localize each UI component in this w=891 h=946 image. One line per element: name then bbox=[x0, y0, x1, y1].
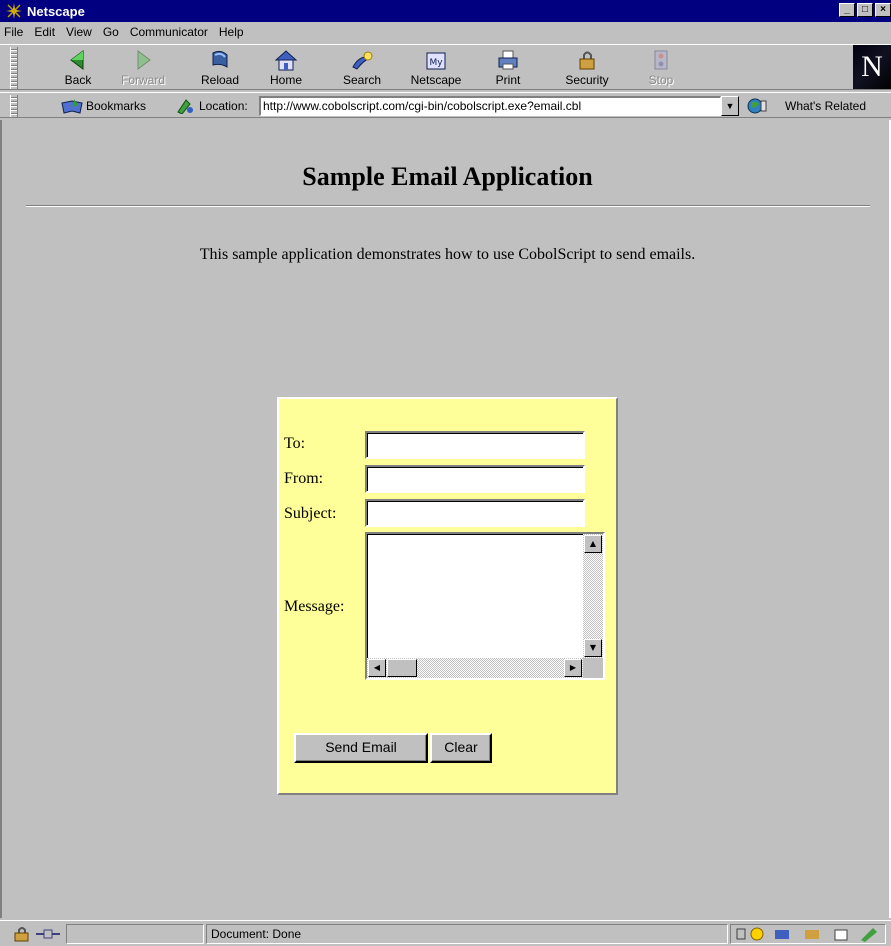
composer-icon bbox=[834, 929, 848, 941]
location-grip[interactable] bbox=[10, 95, 18, 117]
search-button[interactable]: Search bbox=[330, 49, 394, 89]
scroll-left-button[interactable]: ◀ bbox=[368, 659, 386, 677]
menu-communicator[interactable]: Communicator bbox=[130, 25, 208, 39]
menu-help[interactable]: Help bbox=[219, 25, 244, 39]
scrollbar-corner bbox=[583, 658, 603, 678]
back-button[interactable]: Back bbox=[46, 49, 110, 89]
intro-text: This sample application demonstrates how… bbox=[199, 246, 696, 263]
component-icons bbox=[736, 927, 877, 942]
subject-label: Subject: bbox=[284, 505, 337, 522]
security-status-icon[interactable] bbox=[10, 926, 32, 942]
whats-related-label[interactable]: What's Related bbox=[785, 99, 866, 113]
location-bar: Bookmarks Location: http://www.cobolscri… bbox=[0, 92, 891, 118]
navigator-icon bbox=[750, 927, 764, 941]
back-arrow-icon bbox=[70, 50, 84, 70]
bookmarks-icon[interactable] bbox=[60, 97, 84, 115]
location-label: Location: bbox=[199, 99, 248, 113]
title-divider bbox=[26, 205, 870, 207]
window-title: Netscape bbox=[27, 3, 85, 19]
navigation-toolbar: Back Forward Reload Home Search My Netsc… bbox=[0, 44, 891, 90]
maximize-button[interactable]: □ bbox=[857, 3, 873, 17]
menu-file[interactable]: File bbox=[4, 25, 23, 39]
menu-bar: File Edit View Go Communicator Help bbox=[0, 22, 891, 42]
scroll-down-button[interactable]: ▼ bbox=[584, 639, 602, 657]
menu-edit[interactable]: Edit bbox=[34, 25, 55, 39]
home-button[interactable]: Home bbox=[254, 49, 318, 89]
forward-arrow-icon bbox=[137, 50, 151, 70]
mail-icon bbox=[775, 930, 789, 939]
netscape-app-icon bbox=[5, 2, 23, 20]
status-text: Document: Done bbox=[206, 924, 728, 944]
home-icon bbox=[274, 50, 298, 71]
printer-icon bbox=[498, 50, 518, 70]
scroll-up-button[interactable]: ▲ bbox=[584, 535, 602, 553]
location-url-field[interactable]: http://www.cobolscript.com/cgi-bin/cobol… bbox=[259, 96, 721, 116]
close-button[interactable]: × bbox=[875, 3, 891, 17]
forward-button[interactable]: Forward bbox=[111, 49, 175, 89]
bookmarks-label[interactable]: Bookmarks bbox=[86, 99, 146, 113]
scroll-right-button[interactable]: ▶ bbox=[564, 659, 582, 677]
status-bar: Document: Done bbox=[0, 920, 891, 946]
stop-icon bbox=[654, 50, 668, 70]
subject-field[interactable] bbox=[365, 499, 585, 527]
pen-icon bbox=[861, 928, 877, 942]
stop-button[interactable]: Stop bbox=[629, 49, 693, 89]
to-field[interactable] bbox=[365, 431, 585, 459]
page-title: Sample Email Application bbox=[302, 162, 593, 191]
netscape-button[interactable]: My Netscape bbox=[404, 49, 468, 89]
clear-button[interactable]: Clear bbox=[430, 733, 492, 763]
security-button[interactable]: Security bbox=[555, 49, 619, 89]
message-horizontal-scrollbar[interactable]: ◀ ▶ bbox=[367, 658, 583, 678]
message-textarea[interactable]: ▲ ▼ ◀ ▶ bbox=[365, 532, 605, 680]
print-button[interactable]: Print bbox=[476, 49, 540, 89]
email-form: To: From: Subject: Message: ▲ ▼ ◀ ▶ Send… bbox=[277, 397, 618, 795]
menu-go[interactable]: Go bbox=[103, 25, 119, 39]
svg-text:My: My bbox=[429, 58, 443, 68]
search-icon bbox=[352, 51, 373, 70]
location-dropdown-button[interactable]: ▼ bbox=[721, 96, 739, 116]
component-bar bbox=[730, 924, 886, 944]
window-titlebar: Netscape _ □ × bbox=[0, 0, 891, 22]
discussion-icon bbox=[805, 930, 819, 939]
reload-button[interactable]: Reload bbox=[188, 49, 252, 89]
toolbar-grip[interactable] bbox=[10, 47, 18, 89]
connection-status-icon bbox=[36, 929, 60, 939]
minimize-button[interactable]: _ bbox=[839, 3, 855, 17]
to-label: To: bbox=[284, 435, 306, 452]
location-icon[interactable] bbox=[176, 98, 196, 114]
menu-view[interactable]: View bbox=[66, 25, 92, 39]
message-vertical-scrollbar[interactable]: ▲ ▼ bbox=[583, 534, 603, 658]
whats-related-icon[interactable] bbox=[745, 97, 771, 115]
horizontal-scroll-thumb[interactable] bbox=[387, 659, 417, 677]
send-email-button[interactable]: Send Email bbox=[294, 733, 428, 763]
reload-icon bbox=[212, 50, 228, 68]
progress-pane bbox=[66, 924, 204, 944]
my-netscape-icon: My bbox=[426, 52, 446, 70]
netscape-logo[interactable]: N bbox=[853, 45, 891, 89]
message-label: Message: bbox=[284, 598, 345, 615]
padlock-icon bbox=[579, 51, 595, 70]
from-field[interactable] bbox=[365, 465, 585, 493]
from-label: From: bbox=[284, 470, 324, 487]
page-content: Sample Email Application This sample app… bbox=[0, 120, 891, 918]
